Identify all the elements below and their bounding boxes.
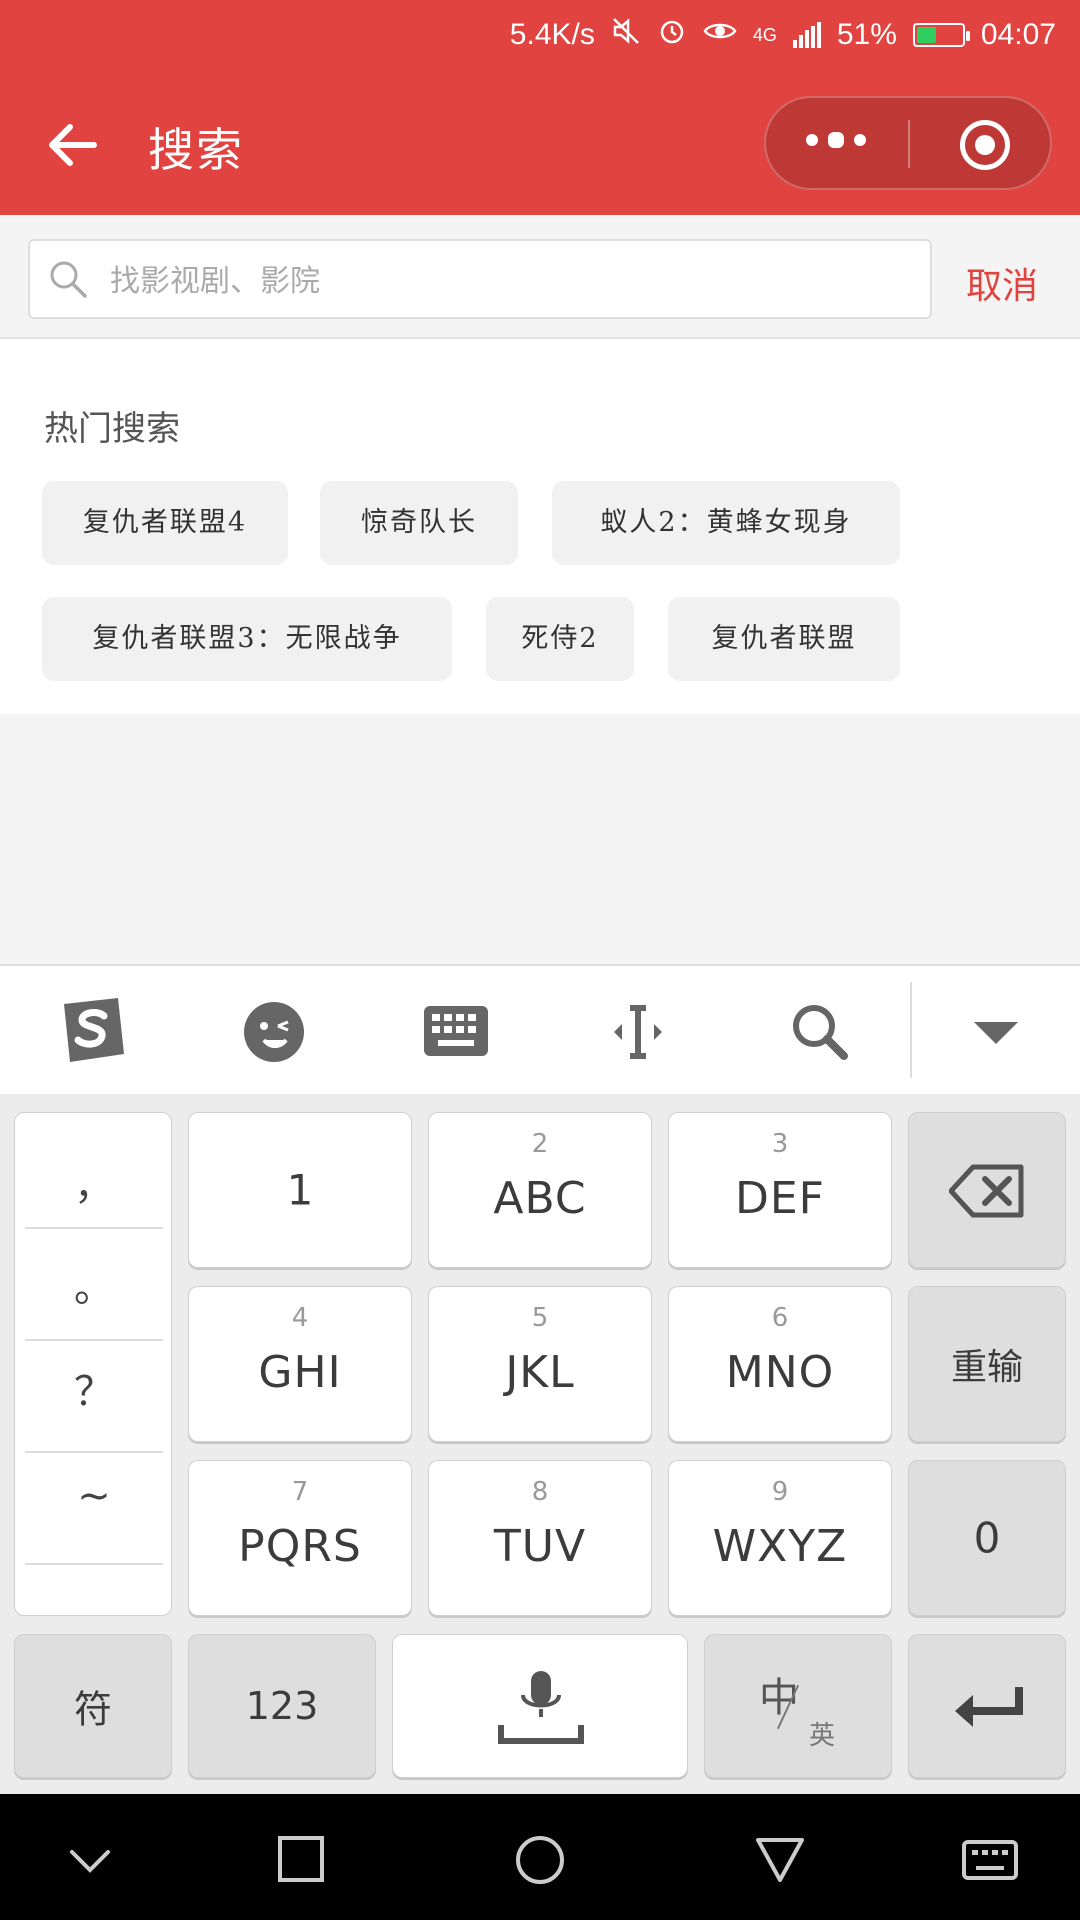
emoji-icon[interactable] — [236, 994, 312, 1070]
keyboard-toolbar — [0, 964, 1080, 1096]
symbol-key[interactable]: 符 — [14, 1634, 172, 1778]
hot-search-tag[interactable]: 复仇者联盟3：无限战争 — [42, 597, 452, 681]
enter-key[interactable] — [908, 1634, 1066, 1778]
capsule-divider — [908, 120, 910, 168]
status-bar: 5.4K/s 4G 51% 04:07 — [0, 0, 1080, 70]
alarm-icon — [657, 16, 687, 54]
more-dots-icon[interactable] — [806, 132, 866, 148]
chevron-down-icon[interactable] — [60, 1832, 120, 1888]
net-speed: 5.4K/s — [509, 18, 595, 51]
reinput-key[interactable]: 重输 — [908, 1286, 1066, 1442]
language-toggle-key[interactable]: 中 英 — [704, 1634, 892, 1778]
numbers-key[interactable]: 123 — [188, 1634, 376, 1778]
page-title: 搜索 — [148, 123, 244, 177]
battery-icon — [912, 23, 970, 47]
punct-comma[interactable]: ， — [25, 1153, 163, 1211]
space-key[interactable] — [392, 1634, 688, 1778]
search-box[interactable] — [28, 239, 932, 319]
battery-percent: 51% — [836, 18, 897, 51]
hot-search-tag[interactable]: 蚁人2：黄蜂女现身 — [552, 481, 900, 565]
hot-search-tag[interactable]: 惊奇队长 — [320, 481, 518, 565]
key-6[interactable]: 6 MNO — [668, 1286, 892, 1442]
key-9[interactable]: 9 WXYZ — [668, 1460, 892, 1616]
key-8[interactable]: 8 TUV — [428, 1460, 652, 1616]
punct-tilde[interactable]: ~ — [25, 1473, 163, 1519]
key-5[interactable]: 5 JKL — [428, 1286, 652, 1442]
microphone-icon — [498, 1671, 584, 1744]
backspace-key[interactable] — [908, 1112, 1066, 1268]
clock: 04:07 — [980, 18, 1056, 51]
key-2[interactable]: 2 ABC — [428, 1112, 652, 1268]
enter-icon — [955, 1687, 1023, 1727]
signal-icon — [792, 22, 821, 48]
hot-search-tag[interactable]: 复仇者联盟4 — [42, 481, 288, 565]
key-4[interactable]: 4 GHI — [188, 1286, 412, 1442]
recent-apps-square-icon[interactable] — [270, 1832, 330, 1888]
keyboard-switch-icon[interactable] — [960, 1832, 1020, 1888]
search-bar: 取消 — [0, 215, 1080, 339]
hot-search-section: 热门搜索 复仇者联盟4 惊奇队长 蚁人2：黄蜂女现身 复仇者联盟3：无限战争 死… — [0, 339, 1080, 714]
search-input[interactable] — [108, 257, 892, 305]
key-1[interactable]: 1 — [188, 1112, 412, 1268]
hot-search-title: 热门搜索 — [44, 409, 180, 449]
hot-search-tag[interactable]: 死侍2 — [486, 597, 634, 681]
mini-program-capsule — [764, 96, 1052, 190]
punctuation-column[interactable]: ， 。 ？ ~ — [14, 1112, 172, 1616]
app-header: 5.4K/s 4G 51% 04:07 搜索 — [0, 0, 1080, 215]
hot-search-tag[interactable]: 复仇者联盟 — [668, 597, 900, 681]
network-label: 4G — [752, 24, 777, 45]
sogou-logo-icon[interactable] — [52, 994, 128, 1070]
target-icon[interactable] — [960, 120, 1010, 170]
cancel-button[interactable]: 取消 — [966, 257, 1038, 309]
back-arrow-icon[interactable] — [42, 115, 102, 175]
collapse-icon[interactable] — [958, 994, 1034, 1070]
home-circle-icon[interactable] — [510, 1832, 570, 1888]
backspace-icon — [949, 1164, 1024, 1218]
search-icon[interactable] — [782, 994, 858, 1070]
key-0[interactable]: 0 — [908, 1460, 1066, 1616]
mute-icon — [611, 16, 641, 54]
system-nav-bar — [0, 1794, 1080, 1920]
key-7[interactable]: 7 PQRS — [188, 1460, 412, 1616]
key-3[interactable]: 3 DEF — [668, 1112, 892, 1268]
keyboard-icon[interactable] — [418, 994, 494, 1070]
cursor-icon[interactable] — [600, 994, 676, 1070]
search-icon — [48, 259, 88, 299]
punct-period[interactable]: 。 — [25, 1255, 163, 1313]
punct-question[interactable]: ？ — [25, 1359, 163, 1417]
keyboard: ， 。 ？ ~ 1 2 ABC 3 DEF 4 GHI 5 JKL 6 MNO … — [0, 1094, 1080, 1794]
back-triangle-icon[interactable] — [750, 1832, 810, 1888]
toolbar-divider — [910, 982, 912, 1078]
eye-icon — [703, 16, 737, 54]
